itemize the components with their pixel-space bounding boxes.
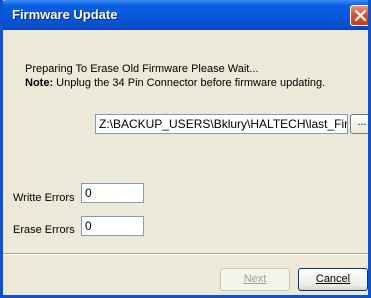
write-errors-label: Writte Errors xyxy=(13,192,75,204)
next-label: Next xyxy=(243,273,267,285)
window-title: Firmware Update xyxy=(12,7,118,22)
erase-errors-label: Erase Errors xyxy=(13,224,75,236)
divider xyxy=(3,253,368,255)
title-bar[interactable]: Firmware Update xyxy=(3,0,368,30)
firmware-path-field[interactable]: Z:\BACKUP_USERS\Bklury\HALTECH\last_Firm… xyxy=(95,114,348,134)
status-message: Preparing To Erase Old Firmware Please W… xyxy=(25,63,259,75)
browse-button[interactable]: ... xyxy=(350,114,368,134)
cancel-label: Cancel xyxy=(315,273,351,285)
note-label: Note: xyxy=(25,77,54,89)
write-errors-field[interactable]: 0 xyxy=(81,183,144,203)
erase-errors-field[interactable]: 0 xyxy=(81,216,144,236)
next-button[interactable]: Next xyxy=(220,268,290,291)
note-text: Unplug the 34 Pin Connector before firmw… xyxy=(56,77,326,89)
firmware-update-dialog: Firmware Update Preparing To Erase Old F… xyxy=(0,0,371,298)
close-icon xyxy=(355,10,366,21)
cancel-button[interactable]: Cancel xyxy=(298,268,368,291)
note-line: Note: Unplug the 34 Pin Connector before… xyxy=(25,77,325,89)
close-button[interactable] xyxy=(350,5,368,26)
